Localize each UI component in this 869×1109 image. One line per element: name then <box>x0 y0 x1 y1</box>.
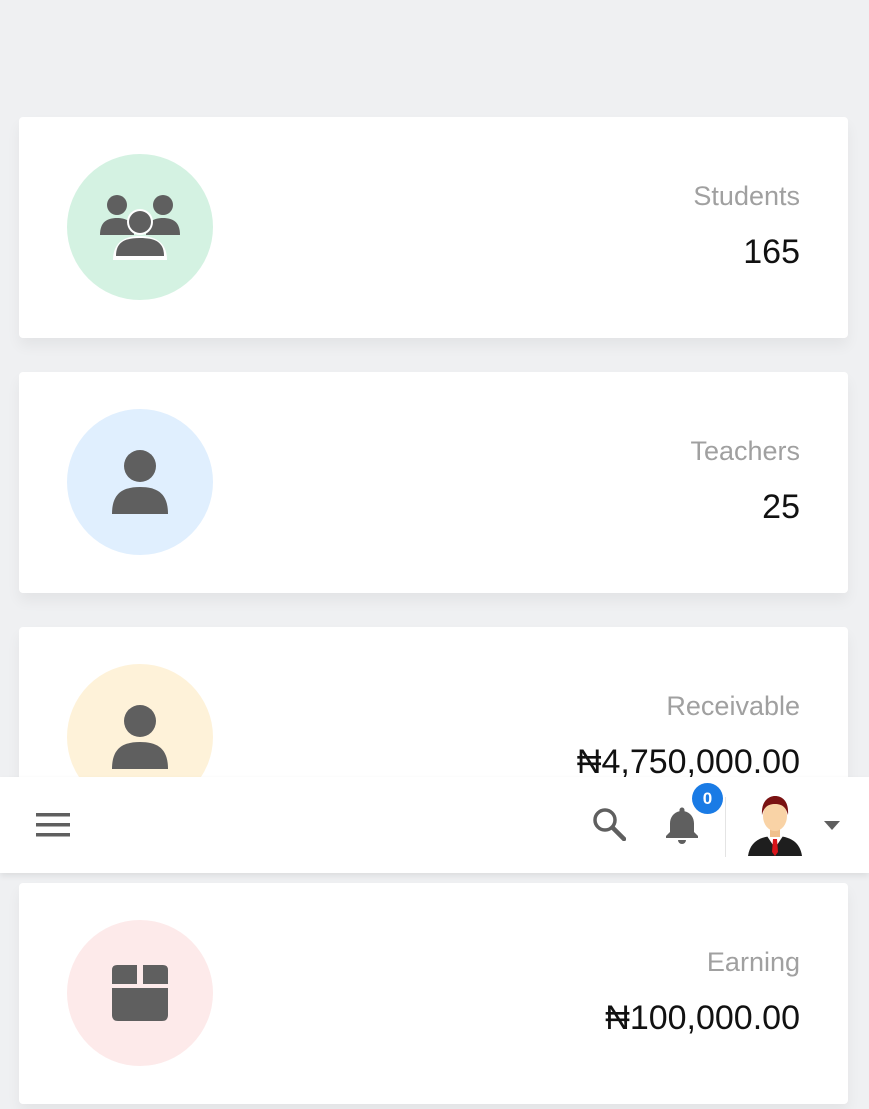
box-icon <box>112 965 168 1021</box>
user-menu-caret[interactable] <box>818 813 846 837</box>
bell-icon <box>666 807 698 844</box>
students-card[interactable]: Students 165 <box>19 117 848 338</box>
students-icon-circle <box>67 154 213 300</box>
user-avatar <box>748 796 802 856</box>
user-avatar-button[interactable] <box>746 793 804 857</box>
earning-card[interactable]: Earning ₦100,000.00 <box>19 883 848 1104</box>
top-navbar: 0 <box>0 777 869 873</box>
earning-label: Earning <box>706 947 800 977</box>
students-value: 165 <box>743 233 800 271</box>
notification-count-badge: 0 <box>692 783 723 814</box>
navbar-divider <box>725 797 726 857</box>
menu-button[interactable] <box>30 806 76 844</box>
search-button[interactable] <box>588 803 630 845</box>
earning-icon-circle <box>67 920 213 1066</box>
hamburger-menu-icon <box>36 813 70 837</box>
user-icon <box>112 450 168 514</box>
students-label: Students <box>693 181 800 211</box>
teachers-icon-circle <box>67 409 213 555</box>
receivable-label: Receivable <box>666 691 800 721</box>
users-group-icon <box>100 195 180 260</box>
caret-down-icon <box>824 820 840 830</box>
search-icon <box>593 808 626 841</box>
teachers-value: 25 <box>762 488 800 526</box>
teachers-card[interactable]: Teachers 25 <box>19 372 848 593</box>
teachers-label: Teachers <box>690 436 800 466</box>
earning-value: ₦100,000.00 <box>605 999 800 1037</box>
user-icon <box>112 705 168 769</box>
